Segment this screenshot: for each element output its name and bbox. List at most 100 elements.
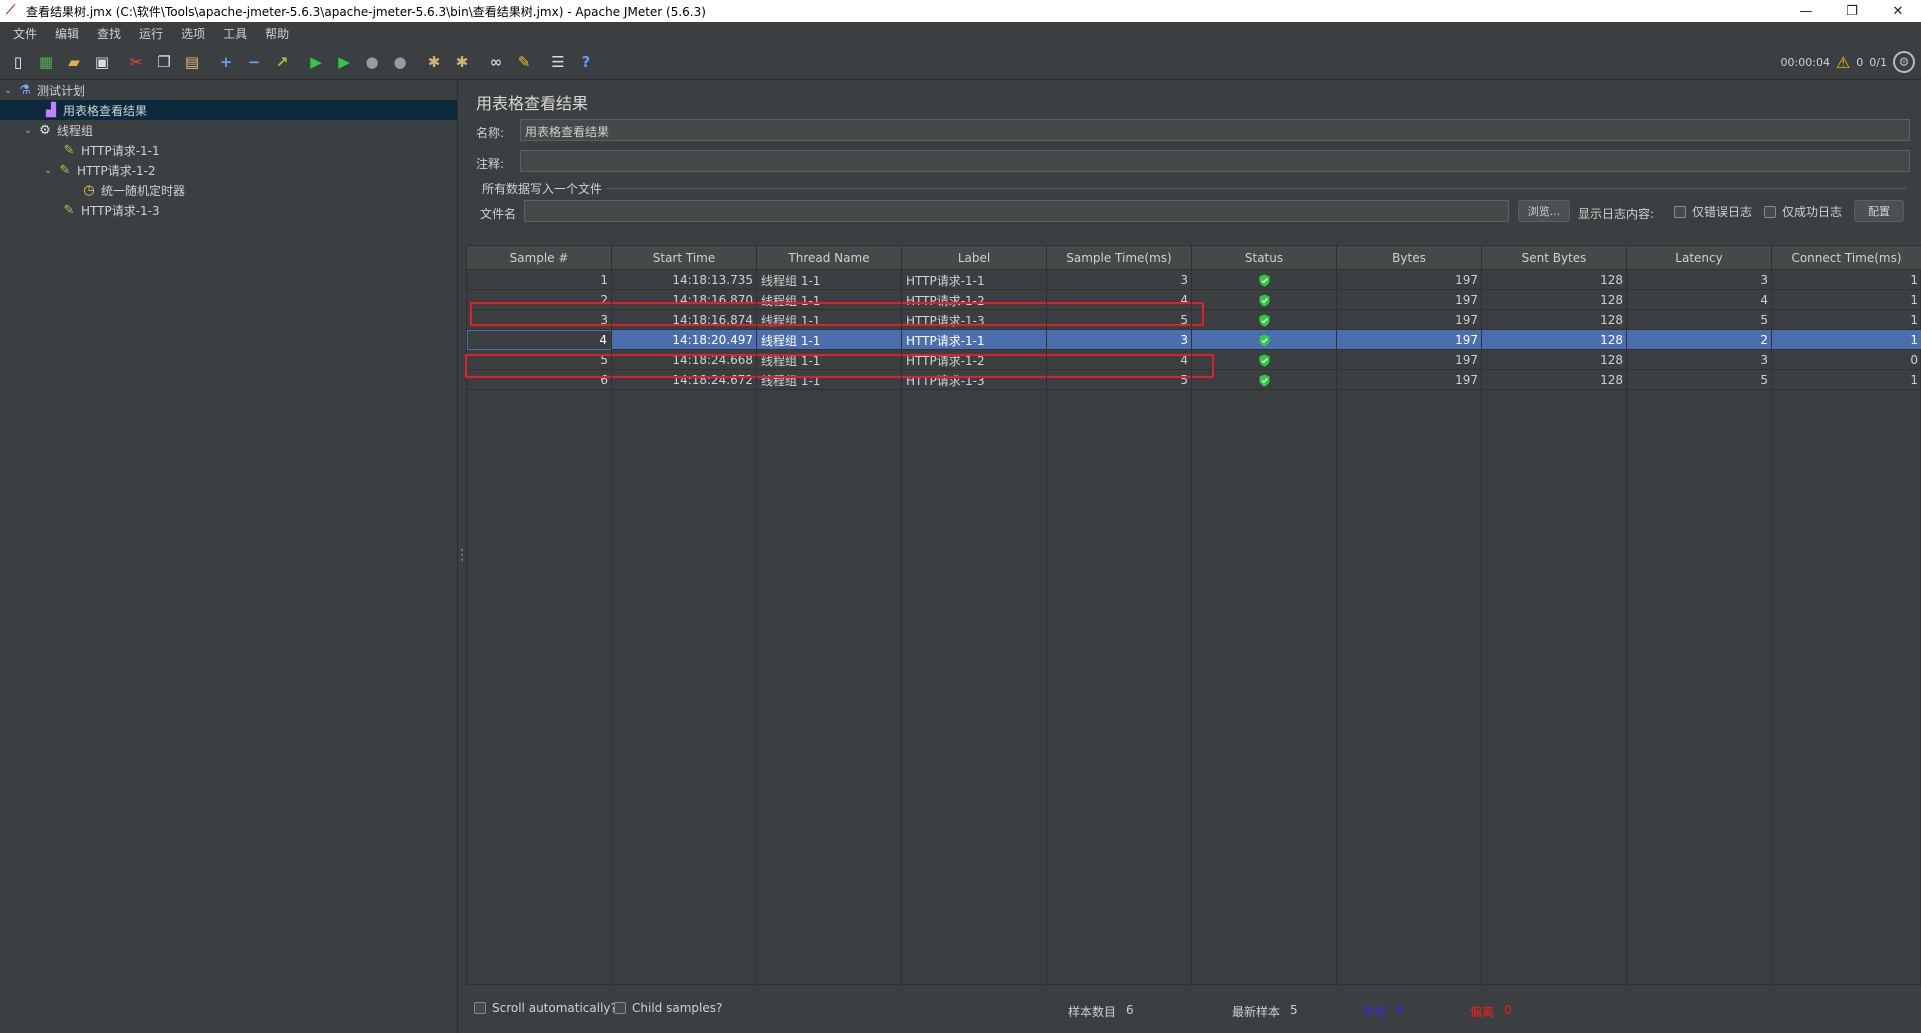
success-only-checkbox[interactable]: 仅成功日志 <box>1764 203 1842 220</box>
success-only-label: 仅成功日志 <box>1782 205 1843 219</box>
clear-all-icon[interactable]: ✱ <box>450 50 474 74</box>
shutdown-icon[interactable]: ● <box>388 50 412 74</box>
cell-thread: 线程组 1-1 <box>761 333 821 348</box>
tree-item-http-1-1[interactable]: ✎ HTTP请求-1-1 <box>60 140 160 160</box>
menu-search[interactable]: 查找 <box>88 25 130 42</box>
splitter-handle[interactable]: · · · <box>459 544 465 566</box>
table-row[interactable]: 5 14:18:24.668 线程组 1-1 HTTP请求-1-2 4 197 128 3 0 <box>467 350 1921 370</box>
column-header[interactable]: Bytes <box>1337 246 1482 270</box>
filename-field[interactable] <box>524 200 1509 222</box>
column-header[interactable]: Start Time <box>612 246 757 270</box>
comment-label: 注释: <box>476 157 505 171</box>
table-row[interactable]: 6 14:18:24.672 线程组 1-1 HTTP请求-1-3 5 197 128 5 1 <box>467 370 1921 390</box>
warning-icon[interactable]: ⚠ <box>1836 53 1850 72</box>
tree-item-table-results[interactable]: ▟ 用表格查看结果 <box>0 100 457 120</box>
clear-icon[interactable]: ✱ <box>422 50 446 74</box>
checkbox-box[interactable] <box>1674 205 1686 218</box>
table-row[interactable]: 2 14:18:16.870 线程组 1-1 HTTP请求-1-2 4 197 128 4 1 <box>467 290 1921 310</box>
sample-count-label: 样本数目 <box>1068 1005 1117 1019</box>
reset-search-icon[interactable]: ✎ <box>512 50 536 74</box>
remote-icon[interactable]: ⚙ <box>1893 51 1915 73</box>
column-divider <box>901 270 902 986</box>
menu-file[interactable]: 文件 <box>4 25 46 42</box>
table-row[interactable]: 4 14:18:20.497 线程组 1-1 HTTP请求-1-1 3 197 128 2 1 <box>467 330 1921 350</box>
start-icon[interactable]: ▶ <box>304 50 328 74</box>
browse-button[interactable]: 浏览... <box>1518 200 1570 222</box>
tree-item-test-plan[interactable]: ⌄ ⚗ 测试计划 <box>4 80 85 100</box>
cell-time: 4 <box>1180 293 1188 307</box>
cell-label: HTTP请求-1-3 <box>906 373 985 388</box>
menu-edit[interactable]: 编辑 <box>46 25 88 42</box>
toggle-icon[interactable]: ↗ <box>270 50 294 74</box>
toolbar: ▯ ▦ ▰ ▣ ✂ ❐ ▤ + − ↗ ▶ ▶ ● ● ✱ ✱ ∞ ✎ ☰ ? … <box>0 44 1921 80</box>
cell-connect: 1 <box>1910 293 1918 307</box>
column-header[interactable]: Thread Name <box>757 246 902 270</box>
status-shield-icon <box>1192 310 1337 330</box>
column-divider <box>756 270 757 986</box>
chevron-down-icon[interactable]: ⌄ <box>4 85 16 96</box>
minimize-button[interactable]: — <box>1783 0 1829 22</box>
cell-sent: 128 <box>1600 293 1623 307</box>
scroll-automatically-checkbox[interactable]: Scroll automatically? <box>474 1001 617 1015</box>
menu-bar: 文件 编辑 查找 运行 选项 工具 帮助 <box>0 22 1921 44</box>
close-button[interactable]: ✕ <box>1875 0 1921 22</box>
active-threads: 0/1 <box>1869 55 1887 69</box>
column-header[interactable]: Sample Time(ms) <box>1047 246 1192 270</box>
cut-icon[interactable]: ✂ <box>124 50 148 74</box>
column-header[interactable]: Connect Time(ms) <box>1772 246 1921 270</box>
maximize-button[interactable]: ❐ <box>1829 0 1875 22</box>
child-samples-checkbox[interactable]: Child samples? <box>614 1001 722 1015</box>
templates-icon[interactable]: ▦ <box>34 50 58 74</box>
status-area: 00:00:04 ⚠ 0 0/1 ⚙ <box>1781 44 1915 80</box>
checkbox-box[interactable] <box>1764 205 1776 218</box>
column-header[interactable]: Sent Bytes <box>1482 246 1627 270</box>
tree-item-label: HTTP请求-1-3 <box>81 203 160 218</box>
cell-sample: 3 <box>600 313 608 327</box>
search-binoculars-icon[interactable]: ∞ <box>484 50 508 74</box>
window-title: 查看结果树.jmx (C:\软件\Tools\apache-jmeter-5.6… <box>26 4 706 19</box>
function-helper-icon[interactable]: ☰ <box>546 50 570 74</box>
menu-options[interactable]: 选项 <box>172 25 214 42</box>
column-header[interactable]: Status <box>1192 246 1337 270</box>
copy-icon[interactable]: ❐ <box>152 50 176 74</box>
checkbox-box[interactable] <box>614 1002 626 1014</box>
title-bar: ⟋ 查看结果树.jmx (C:\软件\Tools\apache-jmeter-5… <box>0 0 1921 22</box>
chevron-down-icon[interactable]: ⌄ <box>44 165 56 176</box>
menu-tools[interactable]: 工具 <box>214 25 256 42</box>
tree-item-label: HTTP请求-1-2 <box>77 163 156 178</box>
tree-item-thread-group[interactable]: ⌄ ⚙ 线程组 <box>24 120 93 140</box>
shield-check-icon <box>1259 334 1270 346</box>
latest-sample-value: 5 <box>1290 1003 1298 1017</box>
cell-time: 3 <box>1180 333 1188 347</box>
menu-help[interactable]: 帮助 <box>256 25 298 42</box>
name-field[interactable]: 用表格查看结果 <box>520 119 1910 141</box>
table-row[interactable]: 3 14:18:16.874 线程组 1-1 HTTP请求-1-3 5 197 128 5 1 <box>467 310 1921 330</box>
tree-item-http-1-2[interactable]: ⌄ ✎ HTTP请求-1-2 <box>44 160 156 180</box>
tree-item-http-1-3[interactable]: ✎ HTTP请求-1-3 <box>60 200 160 220</box>
cell-bytes: 197 <box>1455 293 1478 307</box>
configure-button[interactable]: 配置 <box>1854 200 1904 222</box>
checkbox-box[interactable] <box>474 1002 486 1014</box>
column-header[interactable]: Label <box>902 246 1047 270</box>
menu-run[interactable]: 运行 <box>130 25 172 42</box>
column-header[interactable]: Latency <box>1627 246 1772 270</box>
chevron-down-icon[interactable]: ⌄ <box>24 125 36 136</box>
cell-start: 14:18:13.735 <box>672 273 753 287</box>
table-row[interactable]: 1 14:18:13.735 线程组 1-1 HTTP请求-1-1 3 197 128 3 1 <box>467 270 1921 290</box>
save-icon[interactable]: ▣ <box>90 50 114 74</box>
tree-item-random-timer[interactable]: ◷ 统一随机定时器 <box>80 180 185 200</box>
start-no-pause-icon[interactable]: ▶ <box>332 50 356 74</box>
stop-icon[interactable]: ● <box>360 50 384 74</box>
collapse-icon[interactable]: − <box>242 50 266 74</box>
help-icon[interactable]: ? <box>574 50 598 74</box>
column-divider <box>1771 270 1772 986</box>
paste-icon[interactable]: ▤ <box>180 50 204 74</box>
comment-field[interactable] <box>520 150 1910 172</box>
new-icon[interactable]: ▯ <box>6 50 30 74</box>
open-icon[interactable]: ▰ <box>62 50 86 74</box>
cell-connect: 1 <box>1910 373 1918 387</box>
errors-only-checkbox[interactable]: 仅错误日志 <box>1674 203 1752 220</box>
column-header[interactable]: Sample # <box>467 246 612 270</box>
cell-label: HTTP请求-1-2 <box>906 293 985 308</box>
expand-icon[interactable]: + <box>214 50 238 74</box>
